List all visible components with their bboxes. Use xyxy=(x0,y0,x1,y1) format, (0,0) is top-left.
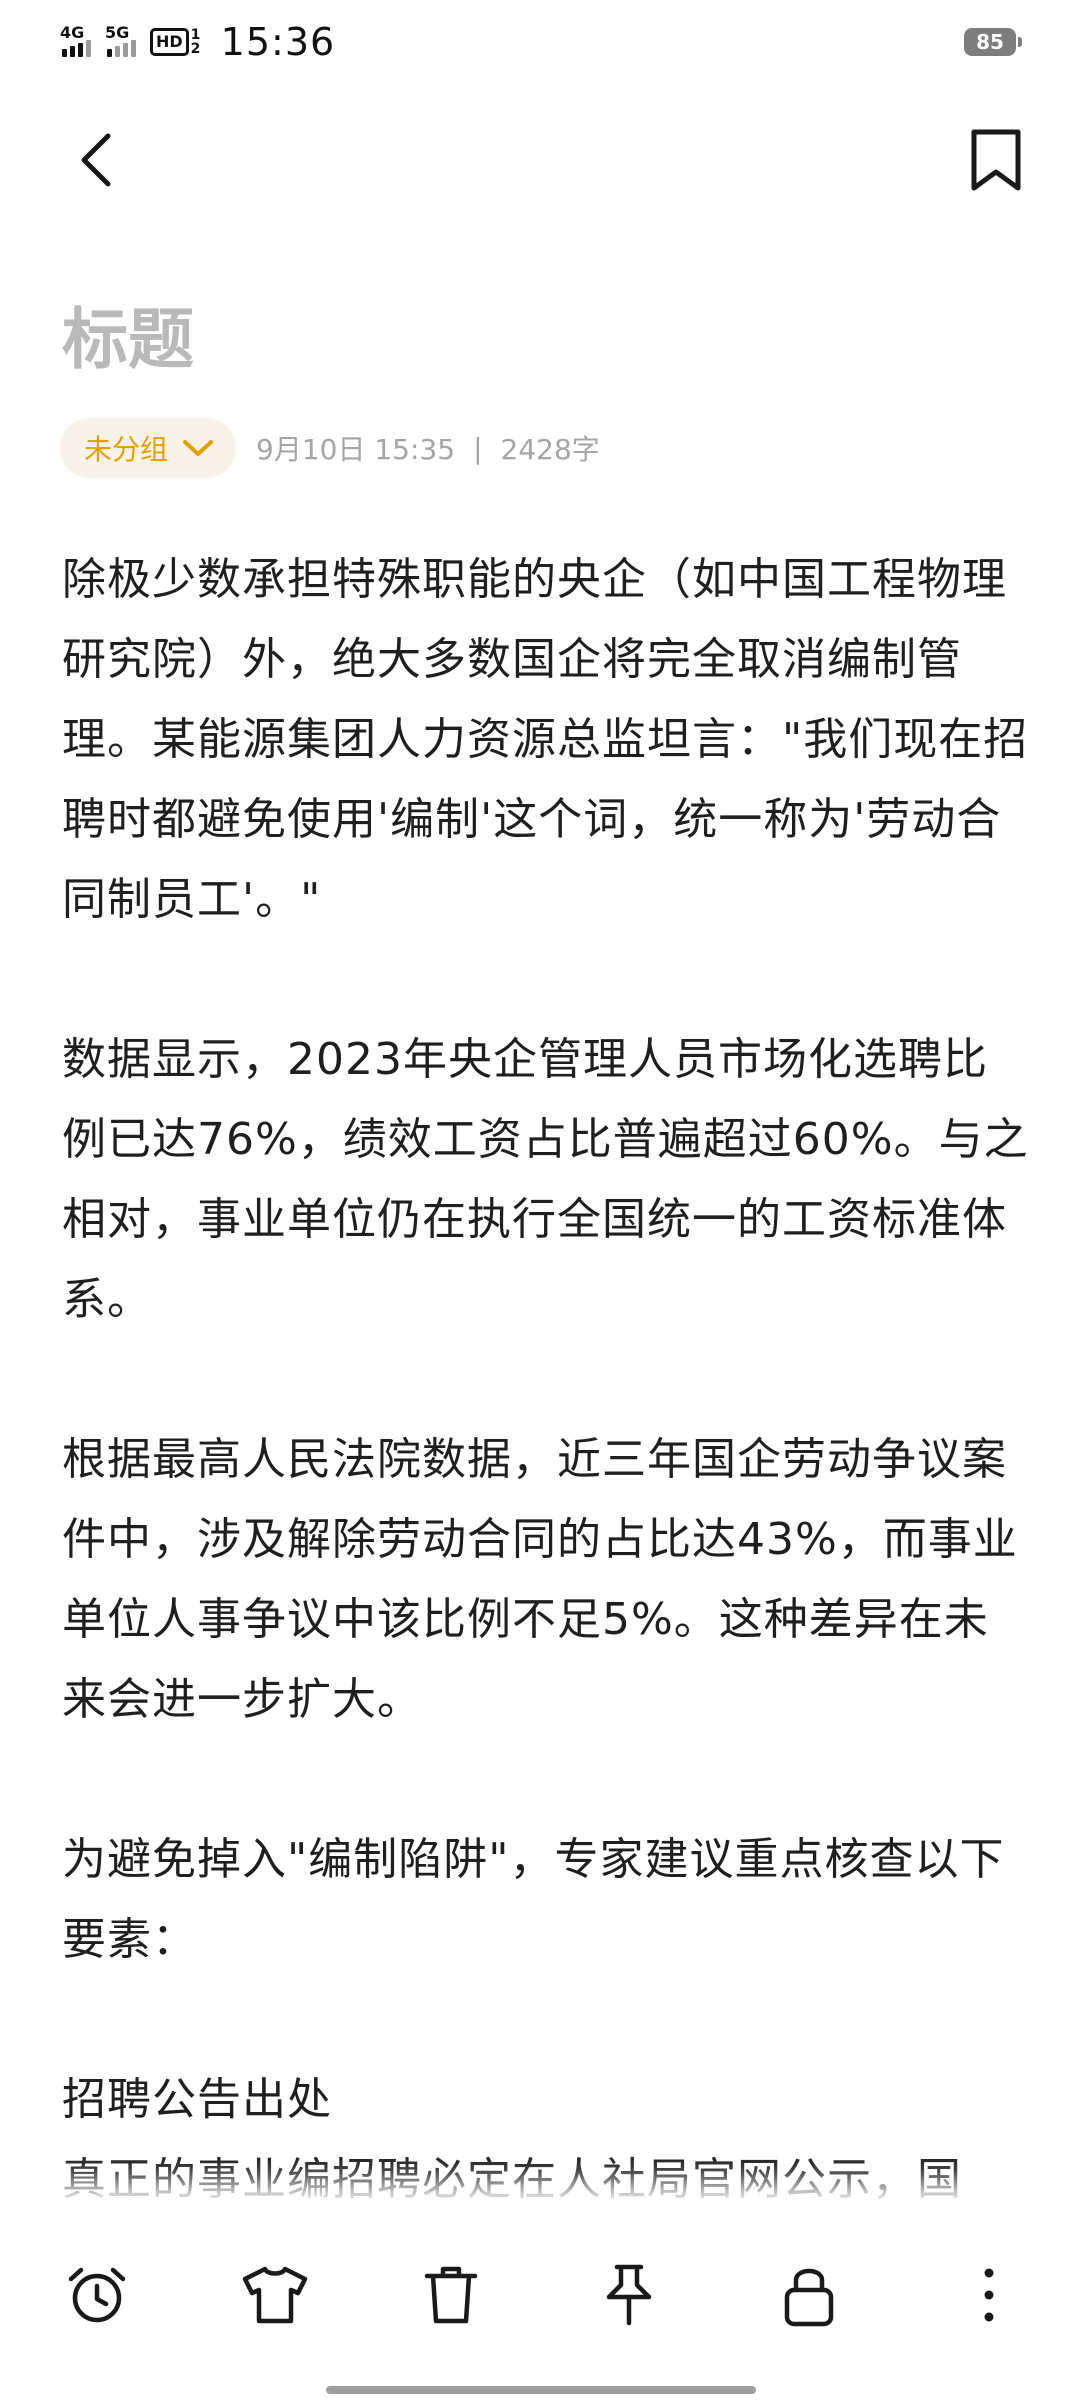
bottom-toolbar xyxy=(0,2200,1080,2400)
note-info: 9月10日 15:35 | 2428字 xyxy=(256,428,600,468)
bookmark-button[interactable] xyxy=(956,120,1036,200)
delete-button[interactable] xyxy=(406,2250,496,2340)
status-left: 4G 5G HD 1 2 15:36 xyxy=(60,20,335,64)
pin-icon xyxy=(606,2264,652,2326)
battery-level: 85 xyxy=(976,30,1004,54)
status-bar: 4G 5G HD 1 2 15:36 85 xyxy=(0,0,1080,84)
alarm-clock-icon xyxy=(68,2267,126,2323)
note-body[interactable]: 除极少数承担特殊职能的央企（如中国工程物理研究院）外，绝大多数国企将完全取消编制… xyxy=(62,540,1032,2210)
bookmark-icon xyxy=(971,129,1021,191)
group-selector[interactable]: 未分组 xyxy=(60,418,237,478)
lock-icon xyxy=(784,2268,834,2327)
signal-5g-icon: 5G xyxy=(105,23,136,57)
signal-4g-icon: 4G xyxy=(60,23,91,57)
clock: 15:36 xyxy=(220,20,336,64)
paragraph: 为避免掉入"编制陷阱"，专家建议重点核查以下要素： xyxy=(62,1834,1005,1965)
paragraph: 除极少数承担特殊职能的央企（如中国工程物理研究院）外，绝大多数国企将完全取消编制… xyxy=(62,554,1029,925)
back-button[interactable] xyxy=(56,120,136,200)
note-meta: 未分组 9月10日 15:35 | 2428字 xyxy=(60,418,600,478)
chevron-left-icon xyxy=(81,133,111,187)
reminder-button[interactable] xyxy=(52,2250,142,2340)
theme-button[interactable] xyxy=(230,2250,320,2340)
word-count: 2428字 xyxy=(500,433,600,466)
battery-icon: 85 xyxy=(964,28,1022,56)
hd-voice-icon: HD 1 2 xyxy=(150,28,201,56)
lock-button[interactable] xyxy=(764,2250,854,2340)
note-date: 9月10日 15:35 xyxy=(256,433,456,466)
home-indicator[interactable] xyxy=(326,2386,756,2394)
hd-label: HD xyxy=(150,28,189,56)
hd-sub: 1 2 xyxy=(190,27,201,57)
more-vertical-icon xyxy=(984,2268,994,2322)
network-label: 4G xyxy=(60,23,85,42)
network-label: 5G xyxy=(105,23,130,42)
paragraph: 根据最高人民法院数据，近三年国企劳动争议案件中，涉及解除劳动合同的占比达43%，… xyxy=(62,1434,1018,1725)
paragraph: 数据显示，2023年央企管理人员市场化选聘比例已达76%，绩效工资占比普遍超过6… xyxy=(62,1034,1029,1325)
pin-button[interactable] xyxy=(584,2250,674,2340)
chevron-down-icon xyxy=(183,440,214,456)
paragraph: 招聘公告出处 xyxy=(62,2074,332,2125)
note-title[interactable]: 标题 xyxy=(62,300,194,380)
trash-icon xyxy=(424,2266,478,2324)
meta-separator: | xyxy=(473,431,483,465)
more-button[interactable] xyxy=(944,2250,1034,2340)
top-nav xyxy=(0,110,1080,210)
tshirt-icon xyxy=(242,2266,308,2324)
group-label: 未分组 xyxy=(84,433,169,466)
